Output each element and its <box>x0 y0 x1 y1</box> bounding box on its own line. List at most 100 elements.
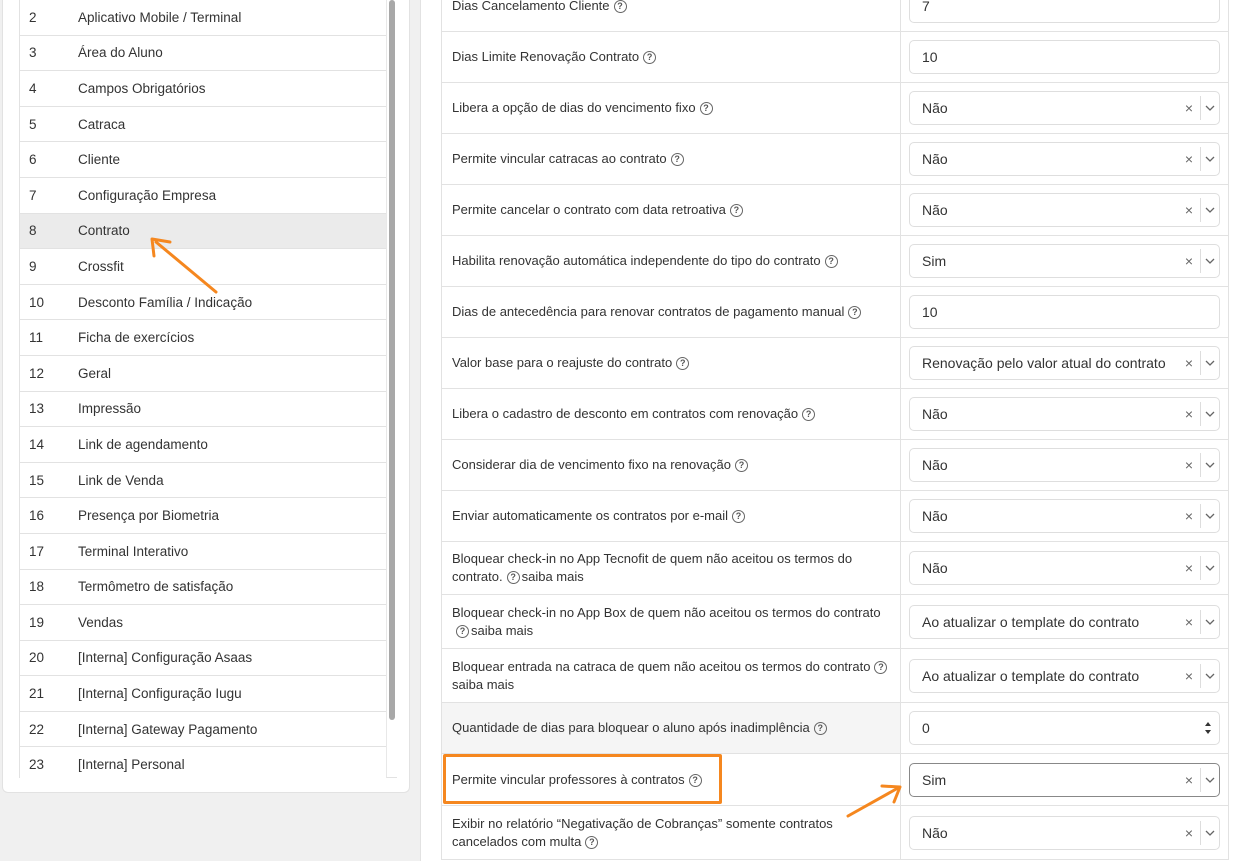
category-item[interactable]: 7 Configuração Empresa <box>20 178 386 214</box>
clear-icon[interactable]: × <box>1178 406 1200 422</box>
category-item[interactable]: 6 Cliente <box>20 142 386 178</box>
setting-label-cell: Bloquear check-in no App Tecnofit de que… <box>442 542 901 594</box>
setting-select[interactable]: Não × <box>909 142 1220 176</box>
category-item[interactable]: 10 Desconto Família / Indicação <box>20 285 386 321</box>
setting-value-cell: 10 <box>901 32 1228 82</box>
setting-label: Valor base para o reajuste do contrato <box>452 355 673 370</box>
help-icon[interactable]: ? <box>729 204 743 218</box>
saiba-mais-link[interactable]: saiba mais <box>522 569 584 584</box>
help-icon[interactable]: ? <box>688 773 702 787</box>
category-item[interactable]: 4 Campos Obrigatórios <box>20 71 386 107</box>
category-item[interactable]: 14 Link de agendamento <box>20 427 386 463</box>
category-item[interactable]: 19 Vendas <box>20 605 386 641</box>
chevron-down-icon[interactable] <box>1201 619 1219 625</box>
clear-icon[interactable]: × <box>1178 508 1200 524</box>
setting-number-input[interactable]: 0 <box>909 711 1220 745</box>
setting-value-cell: Não × <box>901 440 1228 490</box>
setting-value-cell: Sim × <box>901 754 1228 805</box>
clear-icon[interactable]: × <box>1178 614 1200 630</box>
help-icon[interactable]: ? <box>848 306 862 320</box>
chevron-down-icon[interactable] <box>1201 673 1219 679</box>
clear-icon[interactable]: × <box>1178 668 1200 684</box>
setting-select[interactable]: Sim × <box>909 244 1220 278</box>
help-icon[interactable]: ? <box>676 357 690 371</box>
chevron-down-icon[interactable] <box>1201 156 1219 162</box>
clear-icon[interactable]: × <box>1178 825 1200 841</box>
chevron-down-icon[interactable] <box>1201 258 1219 264</box>
help-icon[interactable]: ? <box>732 510 746 524</box>
chevron-down-icon[interactable] <box>1201 513 1219 519</box>
category-item[interactable]: 18 Termômetro de satisfação <box>20 570 386 606</box>
category-item[interactable]: 21 [Interna] Configuração Iugu <box>20 676 386 712</box>
setting-value: Não <box>922 202 948 218</box>
help-icon[interactable]: ? <box>813 722 827 736</box>
setting-text-input[interactable]: 7 <box>909 0 1220 23</box>
setting-row: Dias Cancelamento Cliente? 7 <box>442 0 1228 32</box>
category-item-label: Configuração Empresa <box>78 187 217 203</box>
category-item-number: 21 <box>29 686 45 702</box>
setting-text-input[interactable]: 10 <box>909 40 1220 74</box>
setting-select[interactable]: Não × <box>909 499 1220 533</box>
help-icon[interactable]: ? <box>456 624 469 638</box>
category-item-label: Link de agendamento <box>78 436 208 452</box>
help-icon[interactable]: ? <box>874 660 888 674</box>
setting-select[interactable]: Renovação pelo valor atual do contrato × <box>909 346 1220 380</box>
category-item[interactable]: 8 Contrato <box>20 213 386 250</box>
category-item[interactable]: 11 Ficha de exercícios <box>20 320 386 356</box>
chevron-down-icon[interactable] <box>1201 777 1219 783</box>
saiba-mais-link[interactable]: saiba mais <box>471 623 533 638</box>
category-scrollbar-thumb[interactable] <box>389 0 395 720</box>
setting-select[interactable]: Não × <box>909 815 1220 850</box>
category-item[interactable]: 9 Crossfit <box>20 249 386 285</box>
help-icon[interactable]: ? <box>699 102 713 116</box>
setting-select[interactable]: Não × <box>909 193 1220 227</box>
category-item[interactable]: 3 Área do Aluno <box>20 36 386 72</box>
help-icon[interactable]: ? <box>734 459 748 473</box>
help-icon[interactable]: ? <box>824 255 838 269</box>
help-icon[interactable]: ? <box>506 571 520 585</box>
chevron-down-icon[interactable] <box>1201 207 1219 213</box>
setting-select[interactable]: Ao atualizar o template do contrato × <box>909 604 1220 639</box>
setting-select[interactable]: Não × <box>909 91 1220 125</box>
chevron-down-icon[interactable] <box>1201 360 1219 366</box>
category-item[interactable]: 20 [Interna] Configuração Asaas <box>20 641 386 677</box>
clear-icon[interactable]: × <box>1178 457 1200 473</box>
clear-icon[interactable]: × <box>1178 560 1200 576</box>
clear-icon[interactable]: × <box>1178 772 1200 788</box>
category-scrollbar[interactable] <box>386 0 397 778</box>
clear-icon[interactable]: × <box>1178 100 1200 116</box>
category-item[interactable]: 12 Geral <box>20 356 386 392</box>
help-icon[interactable]: ? <box>802 408 816 422</box>
help-icon[interactable]: ? <box>643 51 657 65</box>
category-item[interactable]: 2 Aplicativo Mobile / Terminal <box>20 0 386 36</box>
setting-label: Exibir no relatório “Negativação de Cobr… <box>452 815 833 849</box>
clear-icon[interactable]: × <box>1178 355 1200 371</box>
clear-icon[interactable]: × <box>1178 151 1200 167</box>
saiba-mais-link[interactable]: saiba mais <box>452 677 514 692</box>
chevron-down-icon[interactable] <box>1201 411 1219 417</box>
help-icon[interactable]: ? <box>670 153 684 167</box>
category-item[interactable]: 17 Terminal Interativo <box>20 534 386 570</box>
category-item[interactable]: 16 Presença por Biometria <box>20 498 386 534</box>
category-item[interactable]: 5 Catraca <box>20 107 386 143</box>
category-item[interactable]: 22 [Interna] Gateway Pagamento <box>20 712 386 748</box>
setting-text-input[interactable]: 10 <box>909 295 1220 329</box>
chevron-down-icon[interactable] <box>1201 565 1219 571</box>
help-icon[interactable]: ? <box>613 0 627 13</box>
setting-select[interactable]: Sim × <box>909 762 1220 797</box>
clear-icon[interactable]: × <box>1178 202 1200 218</box>
setting-select[interactable]: Ao atualizar o template do contrato × <box>909 658 1220 693</box>
number-stepper-icon[interactable] <box>1197 721 1219 735</box>
help-icon[interactable]: ? <box>585 835 599 849</box>
chevron-down-icon[interactable] <box>1201 462 1219 468</box>
category-item[interactable]: 15 Link de Venda <box>20 463 386 499</box>
setting-select[interactable]: Não × <box>909 551 1220 585</box>
chevron-down-icon[interactable] <box>1201 830 1219 836</box>
chevron-down-icon[interactable] <box>1201 105 1219 111</box>
setting-label: Permite vincular catracas ao contrato <box>452 151 667 166</box>
category-item[interactable]: 23 [Interna] Personal <box>20 747 386 778</box>
clear-icon[interactable]: × <box>1178 253 1200 269</box>
setting-select[interactable]: Não × <box>909 397 1220 431</box>
setting-select[interactable]: Não × <box>909 448 1220 482</box>
category-item[interactable]: 13 Impressão <box>20 392 386 428</box>
